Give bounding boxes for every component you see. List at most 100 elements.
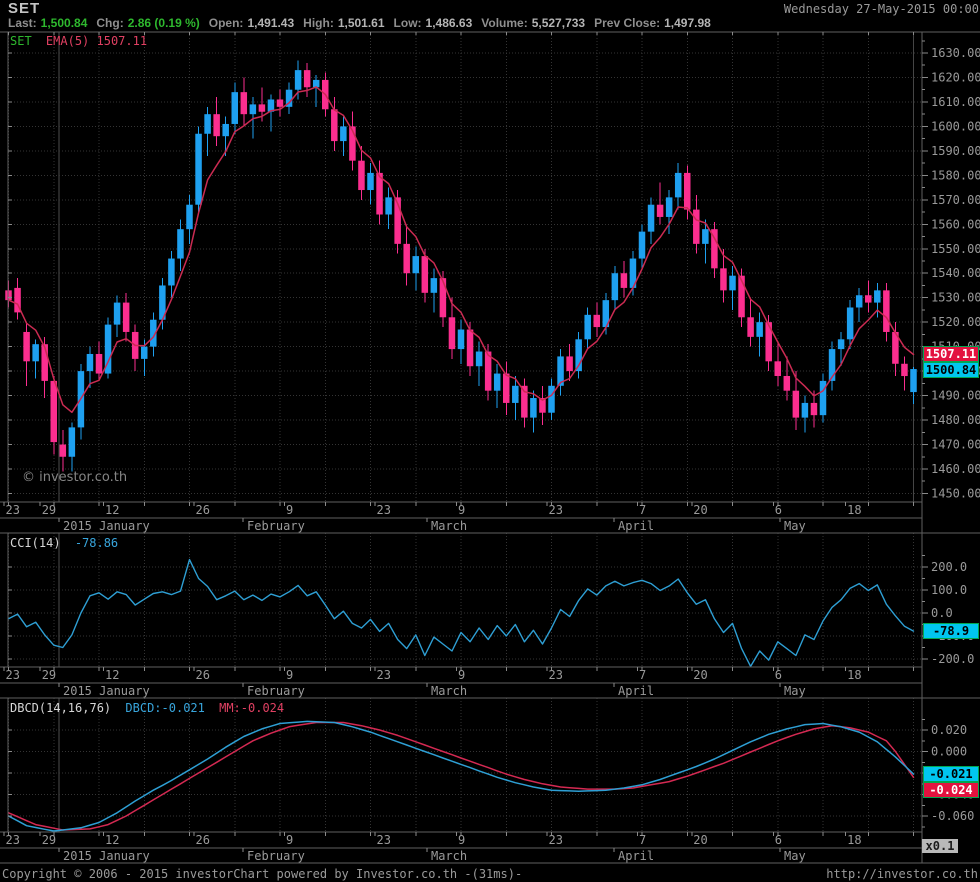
- stat-pair: High: 1,501.61: [303, 16, 384, 30]
- svg-text:23: 23: [6, 503, 20, 517]
- svg-text:2015 January: 2015 January: [63, 684, 150, 698]
- stat-label: Low:: [394, 16, 422, 30]
- stat-label: Open:: [209, 16, 244, 30]
- mm-value: MM:-0.024: [219, 701, 284, 715]
- title-bar: SET Wednesday 27-May-2015 00:00: [8, 0, 980, 16]
- svg-text:18: 18: [847, 833, 861, 847]
- datetime-label: Wednesday 27-May-2015 00:00: [784, 2, 979, 16]
- svg-text:20: 20: [693, 668, 707, 682]
- svg-text:1610.00: 1610.00: [931, 95, 980, 109]
- svg-text:1530.00: 1530.00: [931, 291, 980, 305]
- main-chart-legend: SET EMA(5) 1507.11: [10, 34, 154, 48]
- svg-text:6: 6: [775, 668, 782, 682]
- dbcd-value: DBCD:-0.021: [125, 701, 204, 715]
- svg-text:12: 12: [105, 503, 119, 517]
- svg-text:23: 23: [549, 833, 563, 847]
- svg-text:18: 18: [847, 503, 861, 517]
- svg-text:April: April: [618, 684, 654, 698]
- svg-text:March: March: [431, 519, 467, 533]
- svg-text:1540.00: 1540.00: [931, 266, 980, 280]
- svg-text:February: February: [247, 849, 305, 863]
- svg-text:9: 9: [286, 668, 293, 682]
- svg-text:May: May: [784, 519, 806, 533]
- cci-value-badge: -78.9: [923, 623, 979, 639]
- stat-pair: Volume: 5,527,733: [481, 16, 585, 30]
- mm-value-badge: -0.024: [923, 782, 979, 798]
- svg-text:7: 7: [639, 503, 646, 517]
- dbcd-value-badge: -0.021: [923, 766, 979, 782]
- svg-text:29: 29: [42, 668, 56, 682]
- svg-text:18: 18: [847, 668, 861, 682]
- svg-text:9: 9: [286, 503, 293, 517]
- stat-label: Prev Close:: [594, 16, 660, 30]
- svg-text:1560.00: 1560.00: [931, 217, 980, 231]
- svg-text:1480.00: 1480.00: [931, 413, 980, 427]
- cci-value: -78.86: [75, 536, 118, 550]
- stat-pair: Prev Close:1,497.98: [594, 16, 711, 30]
- svg-text:26: 26: [196, 833, 210, 847]
- svg-text:1520.00: 1520.00: [931, 315, 980, 329]
- footer: Copyright © 2006 - 2015 investorChart po…: [0, 865, 980, 882]
- svg-text:0.0: 0.0: [931, 606, 953, 620]
- svg-text:23: 23: [6, 833, 20, 847]
- stat-label: Chg:: [96, 16, 123, 30]
- scale-multiplier-badge: x0.1: [922, 839, 958, 853]
- svg-text:6: 6: [775, 503, 782, 517]
- stat-value: 5,527,733: [532, 16, 585, 30]
- charts-canvas[interactable]: 1450.00 1460.00 1470.00 1480.00 1490.00 1500.…: [0, 0, 980, 882]
- svg-text:29: 29: [42, 503, 56, 517]
- stat-value: 2.86 (0.19 %): [128, 16, 200, 30]
- svg-text:1590.00: 1590.00: [931, 144, 980, 158]
- dbcd-legend: DBCD(14,16,76) DBCD:-0.021 MM:-0.024: [10, 701, 291, 715]
- legend-symbol: SET: [10, 34, 32, 48]
- svg-text:1450.00: 1450.00: [931, 486, 980, 500]
- copyright-text: Copyright © 2006 - 2015 investorChart po…: [2, 867, 522, 881]
- last-price-badge: 1500.84: [923, 362, 979, 378]
- svg-text:7: 7: [639, 668, 646, 682]
- stat-value: 1,501.61: [338, 16, 385, 30]
- stat-pair: Last: 1,500.84: [8, 16, 87, 30]
- stat-pair: Chg: 2.86 (0.19 %): [96, 16, 199, 30]
- quote-stats: Last: 1,500.84 Chg: 2.86 (0.19 %) Open:1,491…: [8, 16, 720, 31]
- svg-text:April: April: [618, 849, 654, 863]
- stat-label: High:: [303, 16, 334, 30]
- site-url: http://investor.co.th: [826, 867, 978, 881]
- chart-window: 1450.00 1460.00 1470.00 1480.00 1490.00 1500.…: [0, 0, 980, 882]
- svg-text:6: 6: [775, 833, 782, 847]
- svg-text:26: 26: [196, 668, 210, 682]
- legend-ema: EMA(5) 1507.11: [46, 34, 147, 48]
- svg-text:1490.00: 1490.00: [931, 389, 980, 403]
- svg-text:March: March: [431, 849, 467, 863]
- stat-label: Volume:: [481, 16, 527, 30]
- svg-text:100.0: 100.0: [931, 583, 967, 597]
- stat-label: Last:: [8, 16, 37, 30]
- svg-text:May: May: [784, 684, 806, 698]
- svg-text:9: 9: [458, 833, 465, 847]
- svg-text:9: 9: [458, 503, 465, 517]
- svg-text:1570.00: 1570.00: [931, 193, 980, 207]
- svg-text:12: 12: [105, 668, 119, 682]
- svg-text:0.000: 0.000: [931, 745, 967, 759]
- stat-value: 1,486.63: [426, 16, 473, 30]
- svg-text:9: 9: [286, 833, 293, 847]
- svg-text:26: 26: [196, 503, 210, 517]
- cci-legend: CCI(14) -78.86: [10, 536, 125, 550]
- svg-text:23: 23: [6, 668, 20, 682]
- svg-text:200.0: 200.0: [931, 560, 967, 574]
- stat-pair: Open:1,491.43: [209, 16, 294, 30]
- svg-text:1470.00: 1470.00: [931, 438, 980, 452]
- svg-text:12: 12: [105, 833, 119, 847]
- ema-price-badge: 1507.11: [923, 346, 979, 362]
- stat-value: 1,500.84: [41, 16, 88, 30]
- svg-text:2015 January: 2015 January: [63, 849, 150, 863]
- svg-text:23: 23: [549, 503, 563, 517]
- svg-text:May: May: [784, 849, 806, 863]
- cci-name: CCI(14): [10, 536, 61, 550]
- svg-text:1600.00: 1600.00: [931, 119, 980, 133]
- svg-text:-0.060: -0.060: [931, 809, 974, 823]
- svg-text:1460.00: 1460.00: [931, 462, 980, 476]
- stat-pair: Low: 1,486.63: [394, 16, 473, 30]
- svg-text:20: 20: [693, 833, 707, 847]
- svg-text:0.020: 0.020: [931, 723, 967, 737]
- svg-text:February: February: [247, 519, 305, 533]
